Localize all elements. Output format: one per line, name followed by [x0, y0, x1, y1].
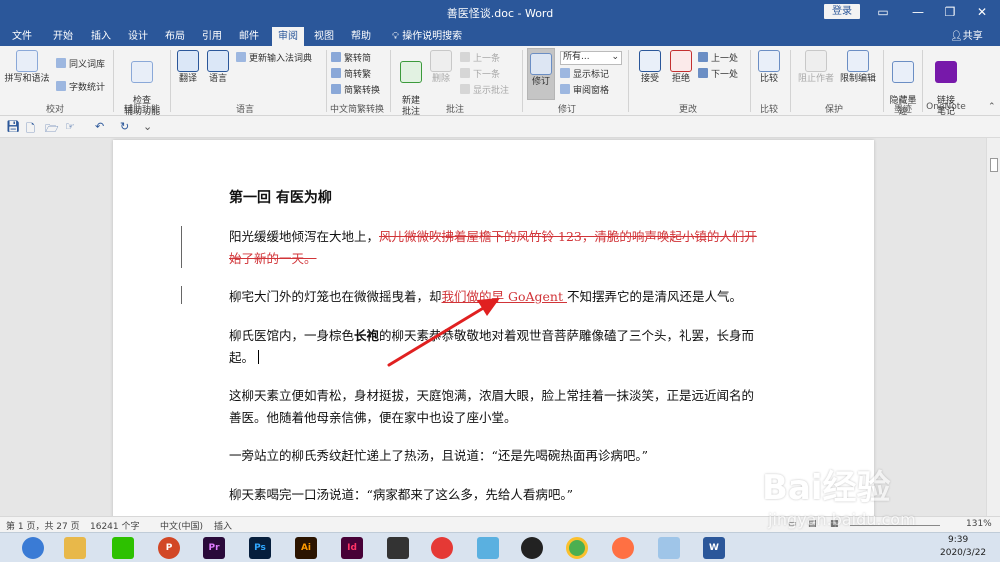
watermark-url: jingyan.baidu.com [768, 510, 916, 529]
baidu-watermark: Bai经验 jingyan.baidu.com [762, 452, 962, 538]
watermark-brand: Bai经验 [762, 468, 891, 508]
arrow-head [477, 298, 500, 316]
arrow-shaft [387, 302, 492, 367]
